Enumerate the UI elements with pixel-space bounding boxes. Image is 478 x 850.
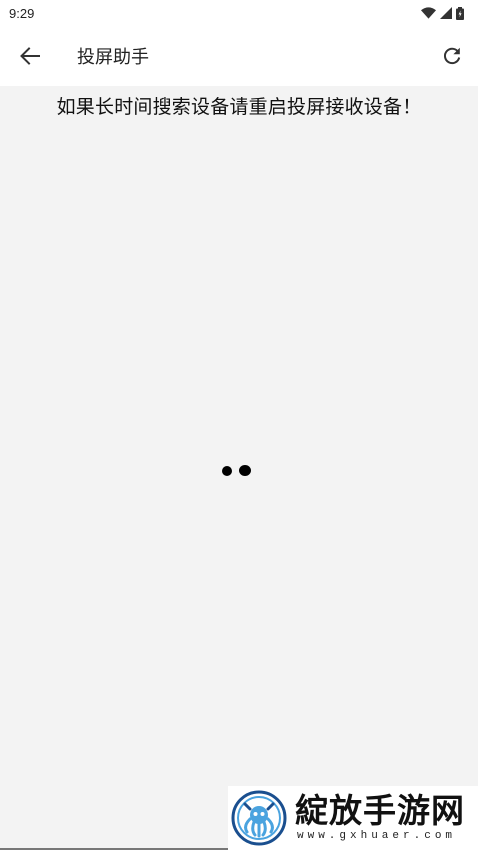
signal-icon bbox=[440, 7, 452, 19]
loading-dots bbox=[222, 464, 254, 478]
wifi-icon bbox=[421, 7, 436, 19]
loading-dot bbox=[222, 466, 232, 476]
refresh-icon bbox=[444, 47, 461, 65]
octopus-logo-icon bbox=[231, 790, 287, 846]
loading-dot bbox=[239, 465, 251, 476]
status-time: 9:29 bbox=[9, 5, 35, 21]
status-icons bbox=[421, 6, 464, 20]
search-hint-text: 如果长时间搜索设备请重启投屏接收设备！ bbox=[56, 96, 422, 118]
page-title: 投屏助手 bbox=[77, 47, 149, 68]
app-bar: 投屏助手 bbox=[0, 26, 478, 86]
battery-icon bbox=[456, 6, 464, 20]
status-bar: 9:29 bbox=[0, 0, 478, 26]
watermark: 綻放手游网 www.gxhuaer.com bbox=[228, 786, 478, 850]
watermark-brand: 綻放手游网 bbox=[295, 791, 465, 830]
content-area: 如果长时间搜索设备请重启投屏接收设备！ bbox=[0, 86, 478, 850]
arrow-left-icon bbox=[20, 47, 40, 65]
refresh-button[interactable] bbox=[428, 32, 476, 80]
back-button[interactable] bbox=[2, 28, 58, 84]
watermark-url: www.gxhuaer.com bbox=[297, 830, 457, 842]
